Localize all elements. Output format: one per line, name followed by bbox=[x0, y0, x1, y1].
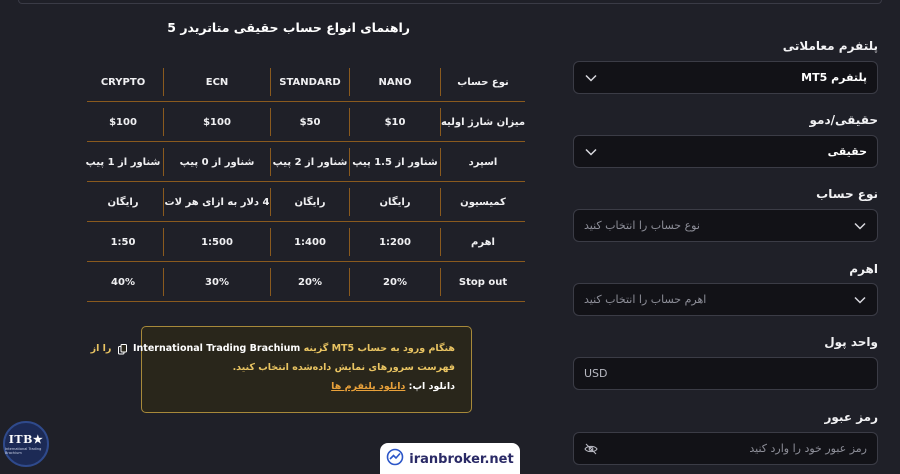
notice-line-1: هنگام ورود به حساب MT5 گزینه Internation… bbox=[91, 339, 455, 358]
eye-off-icon[interactable] bbox=[584, 442, 598, 456]
currency-label: واحد پول bbox=[824, 335, 878, 349]
cell-nano: 20% bbox=[383, 276, 407, 288]
chevron-down-icon bbox=[853, 293, 867, 307]
cell-nano: $10 bbox=[384, 116, 406, 128]
table-row-spread: شناور از 1 پیپ شناور از 0 پیپ شناور از 2… bbox=[85, 142, 525, 182]
brand-name: iranbroker.net bbox=[409, 451, 514, 467]
column-header-standard: STANDARD bbox=[279, 76, 341, 88]
account-type-label: نوع حساب bbox=[816, 187, 878, 201]
row-header-commission: کمیسیون bbox=[460, 196, 506, 208]
cell-nano: 1:200 bbox=[379, 236, 411, 248]
chevron-down-icon bbox=[853, 219, 867, 233]
cell-standard: رایگان bbox=[294, 196, 326, 208]
chevron-down-icon bbox=[584, 145, 598, 159]
notice-mt5: MT5 bbox=[331, 343, 355, 354]
platform-select[interactable]: پلتفرم MT5 bbox=[573, 61, 878, 94]
row-header-leverage: اهرم bbox=[471, 236, 495, 248]
cell-ecn: 4 دلار به ازای هر لات bbox=[164, 196, 270, 208]
cell-nano: رایگان bbox=[379, 196, 411, 208]
password-field[interactable]: رمز عبور خود را وارد کنید bbox=[573, 432, 878, 465]
account-type-select[interactable]: نوع حساب را انتخاب کنید bbox=[573, 209, 878, 242]
platform-label: پلتفرم معاملاتی bbox=[782, 39, 878, 53]
cell-ecn: $100 bbox=[203, 116, 231, 128]
copy-icon[interactable] bbox=[117, 343, 127, 355]
server-notice: هنگام ورود به حساب MT5 گزینه Internation… bbox=[91, 326, 472, 413]
cell-standard: 1:400 bbox=[294, 236, 326, 248]
notice-text: هنگام ورود به حساب bbox=[357, 343, 455, 354]
table-row-stop-out: 40% 30% 20% 20% Stop out bbox=[87, 262, 525, 302]
row-header-stop-out: Stop out bbox=[458, 276, 508, 288]
currency-value: USD bbox=[584, 367, 608, 380]
platform-value: پلتفرم MT5 bbox=[801, 71, 867, 84]
cell-crypto: رایگان bbox=[107, 196, 139, 208]
notice-line-3: دانلود اپ: دانلود پلتفرم ها bbox=[158, 377, 455, 396]
notice-text: را از bbox=[90, 343, 112, 354]
currency-field[interactable]: USD bbox=[573, 357, 878, 390]
cell-nano: شناور از 1.5 پیپ bbox=[352, 156, 438, 168]
account-mode-value: حقیقی bbox=[827, 145, 867, 158]
table-header-row: CRYPTO ECN STANDARD NANO نوع حساب bbox=[87, 62, 525, 102]
account-mode-select[interactable]: حقیقی bbox=[573, 135, 878, 168]
column-header-crypto: CRYPTO bbox=[100, 76, 146, 88]
column-header-nano: NANO bbox=[378, 76, 412, 88]
row-header-spread: اسپرد bbox=[468, 156, 498, 168]
itb-logo-subtitle: International Trading Brachium bbox=[5, 447, 42, 455]
account-mode-label: حقیقی/دمو bbox=[809, 113, 878, 127]
cell-crypto: 1:50 bbox=[110, 236, 136, 248]
itb-logo-text: ITB★ bbox=[8, 433, 44, 446]
column-header-ecn: ECN bbox=[205, 76, 229, 88]
chart-trend-icon bbox=[386, 448, 404, 470]
itb-logo: ITB★ International Trading Brachium bbox=[3, 421, 49, 467]
table-row-leverage: 1:50 1:500 1:400 1:200 اهرم bbox=[87, 222, 525, 262]
cell-standard: $50 bbox=[299, 116, 321, 128]
row-header-initial-deposit: میزان شارژ اولیه bbox=[440, 116, 526, 128]
download-label: دانلود اپ: bbox=[408, 381, 455, 392]
notice-text: گزینه bbox=[303, 343, 329, 354]
table-row-initial-deposit: $100 $100 $50 $10 میزان شارژ اولیه bbox=[87, 102, 525, 142]
cell-ecn: 1:500 bbox=[201, 236, 233, 248]
cell-crypto: 40% bbox=[111, 276, 135, 288]
notice-line-2: فهرست سرورهای نمایش داده‌شده انتخاب کنید… bbox=[232, 362, 455, 373]
cell-crypto: $100 bbox=[109, 116, 137, 128]
top-frame-line bbox=[18, 0, 882, 4]
password-label: رمز عبور bbox=[824, 410, 878, 424]
notice-server-name: International Trading Brachium bbox=[133, 343, 301, 354]
cell-standard: شناور از 2 پیپ bbox=[272, 156, 348, 168]
account-type-placeholder: نوع حساب را انتخاب کنید bbox=[584, 219, 700, 232]
password-placeholder: رمز عبور خود را وارد کنید bbox=[749, 442, 867, 455]
chevron-down-icon bbox=[584, 71, 598, 85]
iranbroker-watermark: iranbroker.net bbox=[380, 443, 520, 474]
cell-crypto: شناور از 1 پیپ bbox=[85, 156, 161, 168]
leverage-select[interactable]: اهرم حساب را انتخاب کنید bbox=[573, 283, 878, 316]
cell-standard: 20% bbox=[298, 276, 322, 288]
cell-ecn: شناور از 0 پیپ bbox=[179, 156, 255, 168]
leverage-label: اهرم bbox=[849, 262, 878, 276]
table-row-commission: رایگان 4 دلار به ازای هر لات رایگان رایگ… bbox=[87, 182, 525, 222]
cell-ecn: 30% bbox=[205, 276, 229, 288]
page-title: راهنمای انواع حساب حقیقی متاتریدر 5 bbox=[167, 20, 410, 35]
leverage-placeholder: اهرم حساب را انتخاب کنید bbox=[584, 293, 707, 306]
download-platforms-link[interactable]: دانلود پلتفرم ها bbox=[331, 381, 405, 392]
account-types-table: CRYPTO ECN STANDARD NANO نوع حساب $100 $… bbox=[85, 62, 525, 302]
row-header-account-type: نوع حساب bbox=[457, 76, 509, 88]
